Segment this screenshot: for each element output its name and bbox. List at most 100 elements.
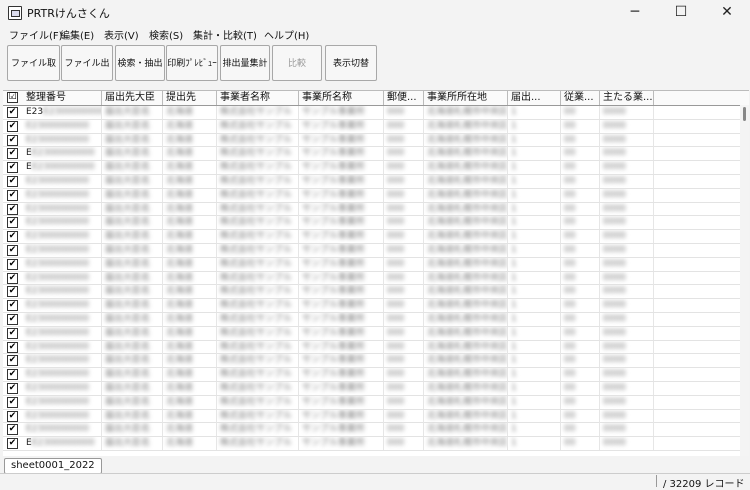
table-cell[interactable]: 0000 [600,313,654,326]
table-cell[interactable]: EE2300000000 [23,161,102,175]
table-cell[interactable]: 0000 [600,409,654,423]
table-cell[interactable]: 1 [508,326,561,340]
table-cell[interactable]: 株式会社サンプル [217,202,299,216]
menu-help[interactable]: ヘルプ(H) [264,27,309,42]
search-extract-button[interactable]: 検索・抽出 [115,45,165,81]
table-cell[interactable]: 北海道 [163,161,217,175]
table-cell[interactable]: サンプル事業所 [299,188,384,202]
table-cell[interactable]: 00 [561,230,600,244]
table-row[interactable]: ✔ E2300000000 届出大臣名 北海道 株式会社サンプル サンプル事業所 000 北海… [3,175,749,189]
table-row[interactable]: ✔ E2300000000 届出大臣名 北海道 株式会社サンプル サンプル事業所 000 北海… [3,409,749,424]
table-cell[interactable]: 000 [384,202,424,216]
table-row[interactable]: ✔ E2300000000 届出大臣名 北海道 株式会社サンプル サンプル事業所 000 北海… [3,119,749,134]
table-cell[interactable]: 000 [384,216,424,230]
table-cell[interactable]: 1 [508,188,561,202]
close-button[interactable]: ✕ [704,0,750,24]
table-cell[interactable]: 北海道札幌市中央区 [424,202,508,216]
table-cell[interactable]: 00 [561,395,600,409]
table-row[interactable]: ✔ E2300000000 届出大臣名 北海道 株式会社サンプル サンプル事業所 000 北海… [3,202,749,217]
table-cell[interactable]: 北海道札幌市中央区 [424,257,508,271]
table-cell[interactable]: 00 [561,106,600,119]
table-cell[interactable]: 0000 [600,423,654,437]
table-cell[interactable]: 北海道札幌市中央区 [424,299,508,313]
table-cell[interactable]: 株式会社サンプル [217,395,299,409]
menu-file[interactable]: ファイル(F) [9,27,63,42]
table-cell[interactable]: 0000 [600,326,654,340]
table-cell[interactable]: 1 [508,437,561,451]
col-header-minister[interactable]: 届出先大臣 [102,91,163,105]
table-cell[interactable]: 北海道 [163,354,217,368]
table-cell[interactable]: 0000 [600,230,654,244]
table-cell[interactable]: 1 [508,119,561,133]
table-cell[interactable]: 北海道 [163,299,217,313]
table-cell[interactable]: 0000 [600,147,654,161]
table-cell[interactable]: 株式会社サンプル [217,244,299,257]
table-cell[interactable]: 000 [384,354,424,368]
table-cell[interactable]: E2300000000 [23,368,102,382]
table-cell[interactable]: 000 [384,161,424,175]
table-row[interactable]: ✔ E2300000000 届出大臣名 北海道 株式会社サンプル サンプル事業所 000 北海… [3,133,749,148]
table-cell[interactable]: 000 [384,409,424,423]
table-row[interactable]: ✔ E2300000000 届出大臣名 北海道 株式会社サンプル サンプル事業所 000 北海… [3,340,749,355]
table-cell[interactable]: 株式会社サンプル [217,437,299,451]
table-cell[interactable]: 000 [384,133,424,147]
table-cell[interactable]: 届出大臣名 [102,382,163,395]
table-cell[interactable]: 00 [561,133,600,147]
table-cell[interactable]: サンプル事業所 [299,299,384,313]
table-cell[interactable]: 000 [384,188,424,202]
toggle-view-button[interactable]: 表示切替 [325,45,377,81]
row-checkbox[interactable]: ✔ [7,148,18,160]
table-cell[interactable]: 北海道 [163,313,217,326]
table-cell[interactable]: サンプル事業所 [299,244,384,257]
table-cell[interactable]: 北海道 [163,175,217,188]
table-cell[interactable]: サンプル事業所 [299,161,384,175]
table-cell[interactable]: サンプル事業所 [299,423,384,437]
table-cell[interactable]: 0000 [600,188,654,202]
table-cell[interactable]: 株式会社サンプル [217,423,299,437]
table-cell[interactable]: 000 [384,299,424,313]
table-row[interactable]: ✔ E2300000000 届出大臣名 北海道 株式会社サンプル サンプル事業所 000 北海… [3,244,749,258]
table-cell[interactable]: 届出大臣名 [102,216,163,230]
table-cell[interactable]: 北海道 [163,216,217,230]
table-cell[interactable]: 北海道 [163,202,217,216]
table-cell[interactable]: 届出大臣名 [102,147,163,161]
table-cell[interactable]: 北海道札幌市中央区 [424,395,508,409]
table-cell[interactable]: 届出大臣名 [102,133,163,147]
table-cell[interactable]: E2300000000 [23,188,102,202]
table-cell[interactable]: 北海道札幌市中央区 [424,244,508,257]
table-cell[interactable]: 1 [508,230,561,244]
select-all-checkbox[interactable]: ☑ [7,92,18,103]
row-checkbox[interactable]: ✔ [7,189,18,201]
table-cell[interactable]: 00 [561,285,600,299]
table-cell[interactable]: 0000 [600,395,654,409]
table-cell[interactable]: 1 [508,133,561,147]
table-cell[interactable]: 株式会社サンプル [217,409,299,423]
table-cell[interactable]: 1 [508,216,561,230]
menu-search[interactable]: 検索(S) [149,27,183,42]
table-cell[interactable]: 00 [561,119,600,133]
table-cell[interactable]: 00 [561,409,600,423]
col-header-postal[interactable]: 郵便... [384,91,424,105]
table-cell[interactable]: 株式会社サンプル [217,216,299,230]
table-cell[interactable]: 届出大臣名 [102,230,163,244]
table-cell[interactable]: 株式会社サンプル [217,326,299,340]
row-checkbox[interactable]: ✔ [7,203,18,215]
table-cell[interactable]: 0000 [600,106,654,119]
table-cell[interactable]: 株式会社サンプル [217,230,299,244]
table-cell[interactable]: 北海道札幌市中央区 [424,119,508,133]
table-cell[interactable]: 株式会社サンプル [217,161,299,175]
table-cell[interactable]: 000 [384,395,424,409]
table-cell[interactable]: 届出大臣名 [102,202,163,216]
table-cell[interactable]: E2300000000 [23,230,102,244]
table-cell[interactable]: サンプル事業所 [299,147,384,161]
table-cell[interactable]: 000 [384,313,424,326]
table-cell[interactable]: 株式会社サンプル [217,175,299,188]
table-row[interactable]: ✔ E2300000000 届出大臣名 北海道 株式会社サンプル サンプル事業所 000 北海… [3,382,749,396]
table-cell[interactable]: サンプル事業所 [299,326,384,340]
table-cell[interactable]: 北海道札幌市中央区 [424,175,508,188]
table-cell[interactable]: 1 [508,202,561,216]
table-cell[interactable]: 1 [508,313,561,326]
table-cell[interactable]: 届出大臣名 [102,326,163,340]
compare-button[interactable]: 比較 [272,45,322,81]
table-cell[interactable]: サンプル事業所 [299,382,384,395]
